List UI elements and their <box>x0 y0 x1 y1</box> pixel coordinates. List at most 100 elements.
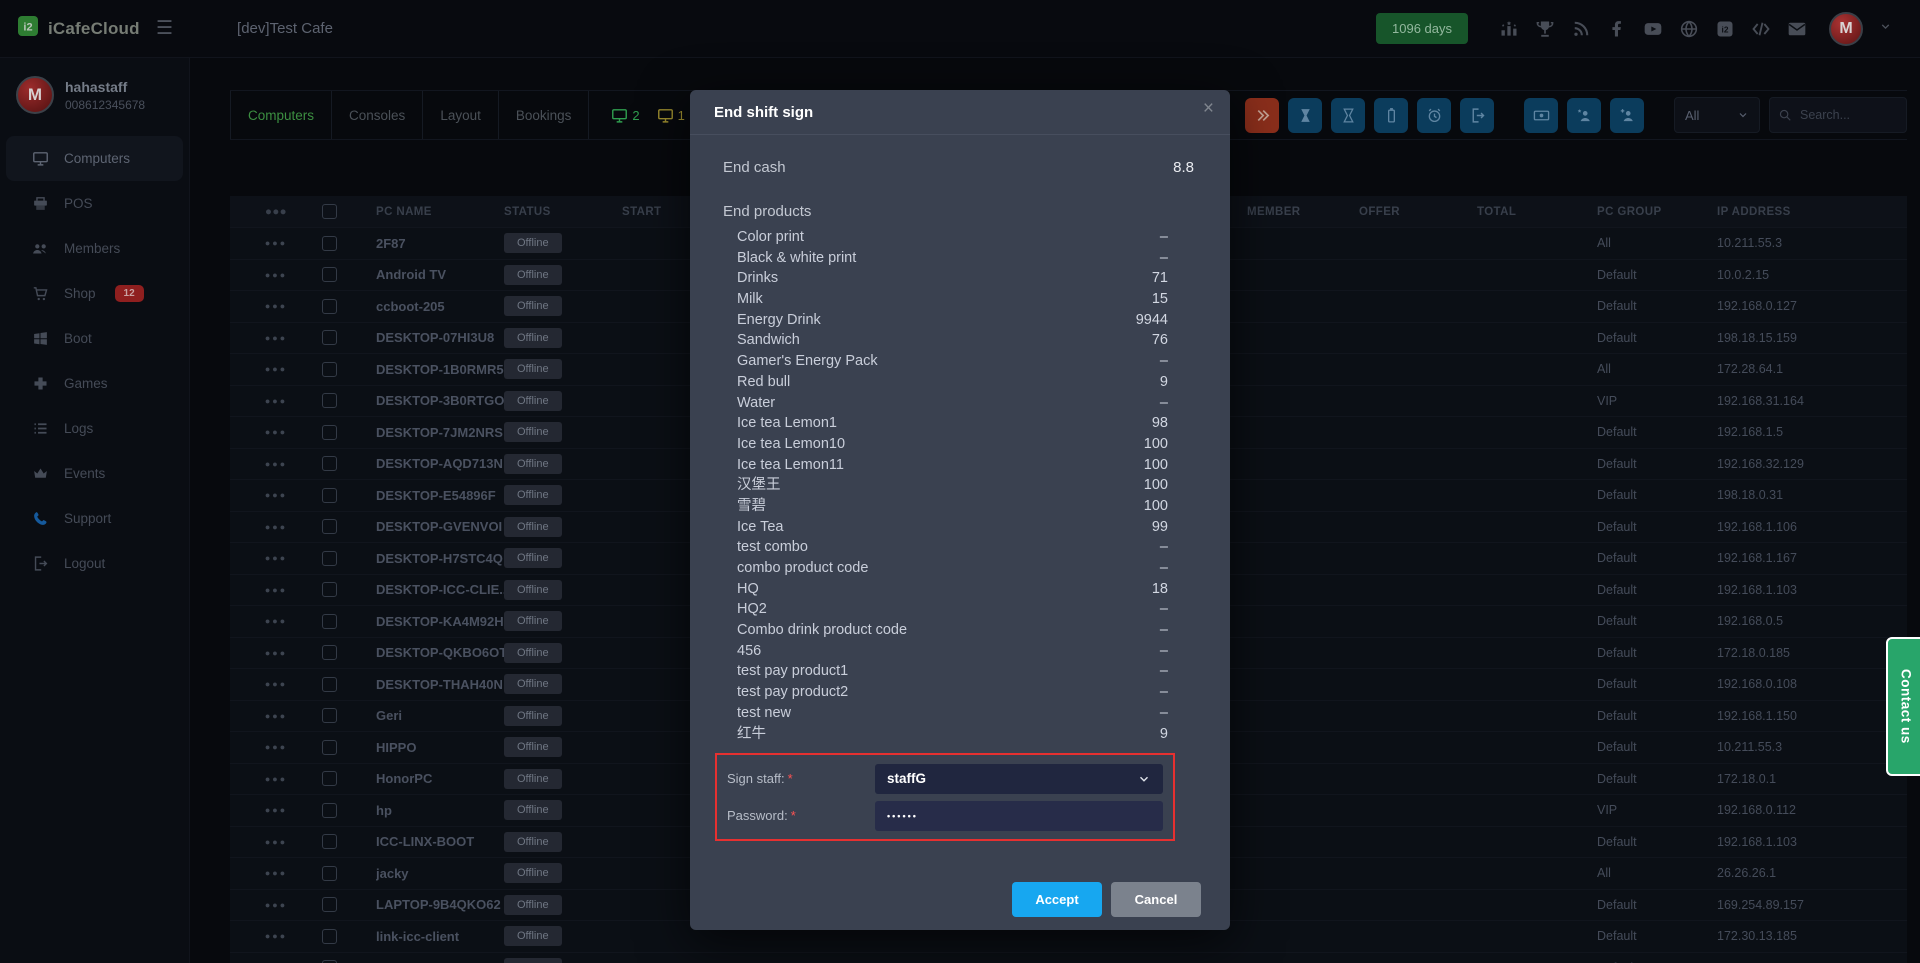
select-all-checkbox[interactable] <box>322 204 376 219</box>
row-checkbox[interactable] <box>322 645 376 660</box>
sidebar-item-computers[interactable]: Computers <box>6 136 183 181</box>
facebook-icon[interactable] <box>1606 18 1627 39</box>
password-input[interactable]: •••••• <box>875 801 1163 831</box>
mail-icon[interactable] <box>1786 18 1807 39</box>
row-menu-icon[interactable]: ●●● <box>230 900 322 910</box>
pc-group-filter-select[interactable]: All <box>1674 97 1760 133</box>
row-checkbox[interactable] <box>322 834 376 849</box>
sidebar-item-support[interactable]: Support <box>6 496 183 541</box>
search-input[interactable] <box>1798 107 1898 123</box>
sidebar-item-logout[interactable]: Logout <box>6 541 183 586</box>
row-checkbox[interactable] <box>322 330 376 345</box>
sign-staff-select[interactable]: staffG <box>875 764 1163 794</box>
row-menu-icon[interactable]: ●●● <box>230 616 322 626</box>
row-menu-icon[interactable]: ●●● <box>230 585 322 595</box>
hamburger-icon[interactable]: ☰ <box>156 17 173 40</box>
add-member-button[interactable] <box>1610 98 1644 133</box>
sidebar-item-members[interactable]: Members <box>6 226 183 271</box>
row-checkbox[interactable] <box>322 425 376 440</box>
row-menu-icon[interactable]: ●●● <box>230 270 322 280</box>
contact-us-label: Contact us <box>1899 669 1914 744</box>
end-product-row: test combo – <box>737 537 1168 558</box>
row-checkbox[interactable] <box>322 677 376 692</box>
cancel-button[interactable]: Cancel <box>1111 882 1201 917</box>
avatar[interactable]: M <box>1829 12 1863 46</box>
hourglass-button[interactable] <box>1331 98 1365 133</box>
row-menu-icon[interactable]: ●●● <box>230 805 322 815</box>
orange-action-button[interactable] <box>1245 98 1279 133</box>
row-checkbox[interactable] <box>322 708 376 723</box>
row-menu-icon[interactable]: ●●● <box>230 648 322 658</box>
days-remaining-button[interactable]: 1096 days <box>1376 13 1468 44</box>
youtube-icon[interactable] <box>1642 18 1663 39</box>
row-menu-icon[interactable]: ●●● <box>230 679 322 689</box>
row-checkbox[interactable] <box>322 519 376 534</box>
row-checkbox[interactable] <box>322 803 376 818</box>
cash-button[interactable] <box>1524 98 1558 133</box>
sidebar-item-shop[interactable]: Shop 12 <box>6 271 183 316</box>
row-menu-icon[interactable]: ●●● <box>230 427 322 437</box>
row-menu-icon[interactable]: ●●● <box>230 837 322 847</box>
tab-bookings[interactable]: Bookings <box>499 91 590 139</box>
sidebar-item-games[interactable]: Games <box>6 361 183 406</box>
row-menu-icon[interactable]: ●●● <box>230 742 322 752</box>
row-checkbox[interactable] <box>322 582 376 597</box>
row-checkbox[interactable] <box>322 771 376 786</box>
row-menu-icon[interactable]: ●●● <box>230 238 322 248</box>
checkout-button[interactable] <box>1460 98 1494 133</box>
row-checkbox[interactable] <box>322 236 376 251</box>
sidebar-item-boot[interactable]: Boot <box>6 316 183 361</box>
row-checkbox[interactable] <box>322 456 376 471</box>
row-checkbox[interactable] <box>322 488 376 503</box>
row-checkbox[interactable] <box>322 929 376 944</box>
row-checkbox[interactable] <box>322 362 376 377</box>
row-checkbox[interactable] <box>322 866 376 881</box>
status-badge: Offline <box>504 265 622 285</box>
row-menu-icon[interactable]: ●●● <box>230 301 322 311</box>
brand[interactable]: i2 iCafeCloud <box>0 14 150 43</box>
row-menu-icon[interactable]: ●●● <box>230 868 322 878</box>
row-menu-icon[interactable]: ●●● <box>230 490 322 500</box>
code-icon[interactable] <box>1750 18 1771 39</box>
sidebar-item-pos[interactable]: POS <box>6 181 183 226</box>
row-menu-icon[interactable]: ●●● <box>230 333 322 343</box>
row-checkbox[interactable] <box>322 740 376 755</box>
tab-computers[interactable]: Computers <box>230 91 332 139</box>
row-checkbox[interactable] <box>322 299 376 314</box>
row-menu-icon[interactable]: ●●● <box>230 774 322 784</box>
alarm-button[interactable] <box>1417 98 1451 133</box>
chevron-down-icon[interactable] <box>1879 20 1892 38</box>
add-member-star-button[interactable] <box>1567 98 1601 133</box>
password-label: Password:* <box>727 808 875 823</box>
trophy-icon[interactable] <box>1534 18 1555 39</box>
ranking-icon[interactable] <box>1498 18 1519 39</box>
row-menu-icon[interactable]: ●●● <box>230 711 322 721</box>
row-menu-icon[interactable]: ●●● <box>230 553 322 563</box>
contact-us-button[interactable]: Contact us <box>1886 637 1920 776</box>
row-menu-icon[interactable]: ●●● <box>230 459 322 469</box>
accept-button[interactable]: Accept <box>1012 882 1102 917</box>
sidebar-item-events[interactable]: Events <box>6 451 183 496</box>
row-menu-icon[interactable]: ●●● <box>230 206 322 218</box>
tab-layout[interactable]: Layout <box>423 91 499 139</box>
product-value: – <box>1160 393 1168 414</box>
pc-group-cell: Default <box>1597 488 1717 502</box>
battery-button[interactable] <box>1374 98 1408 133</box>
row-menu-icon[interactable]: ●●● <box>230 522 322 532</box>
row-checkbox[interactable] <box>322 551 376 566</box>
row-menu-icon[interactable]: ●●● <box>230 931 322 941</box>
globe-icon[interactable] <box>1678 18 1699 39</box>
rss-icon[interactable] <box>1570 18 1591 39</box>
row-checkbox[interactable] <box>322 614 376 629</box>
icafecloud-mark-icon[interactable]: i2 <box>1714 18 1735 39</box>
row-checkbox[interactable] <box>322 393 376 408</box>
tab-consoles[interactable]: Consoles <box>332 91 423 139</box>
sidebar-item-logs[interactable]: Logs <box>6 406 183 451</box>
row-menu-icon[interactable]: ●●● <box>230 396 322 406</box>
row-checkbox[interactable] <box>322 897 376 912</box>
row-checkbox[interactable] <box>322 267 376 282</box>
hourglass-filled-button[interactable] <box>1288 98 1322 133</box>
close-icon[interactable]: × <box>1203 98 1214 120</box>
row-menu-icon[interactable]: ●●● <box>230 364 322 374</box>
table-row[interactable]: ●●● Offline Default 192.168.1.1 <box>230 953 1907 963</box>
